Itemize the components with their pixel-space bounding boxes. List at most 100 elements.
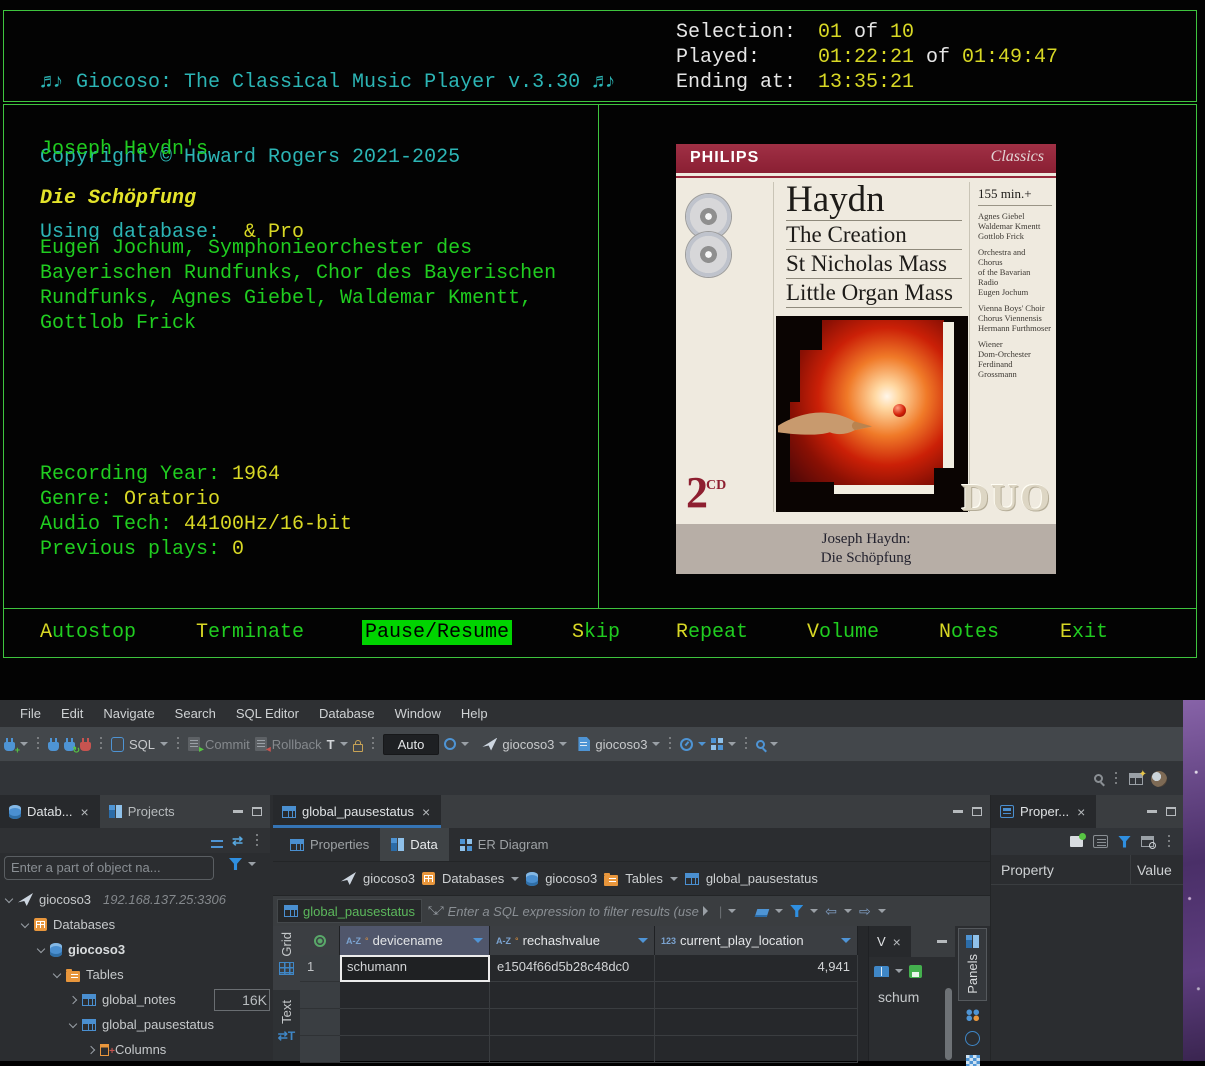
sort-icon[interactable] (638, 938, 648, 948)
subtab-properties[interactable]: Properties (279, 828, 380, 861)
close-icon[interactable]: × (79, 804, 91, 820)
lock-icon[interactable] (353, 744, 363, 752)
value-format-icon[interactable] (874, 966, 889, 977)
collapse-all-icon[interactable] (211, 840, 223, 848)
cell-value-preview[interactable]: schum (869, 985, 955, 1005)
transaction-timer-icon[interactable] (444, 738, 456, 750)
subtab-data[interactable]: Data (380, 828, 448, 861)
column-header-rechashvalue[interactable]: A-Z°rechashvalue (490, 926, 655, 955)
show-categories-icon[interactable] (1093, 835, 1108, 848)
menu-database[interactable]: Database (309, 706, 385, 721)
chevron-down-icon[interactable] (21, 919, 29, 927)
expand-filter-icon[interactable]: ⤡⤢ (428, 905, 442, 918)
row-number[interactable]: 1 (300, 955, 340, 982)
apply-filter-icon[interactable] (703, 906, 713, 916)
cell-rechashvalue[interactable]: e1504f66d5b28c48dc0 (490, 955, 655, 982)
sort-icon[interactable] (841, 938, 851, 948)
tree-item-columns[interactable]: Columns (0, 1037, 270, 1061)
rollback-button[interactable]: Rollback (272, 737, 322, 752)
close-icon[interactable]: × (891, 934, 903, 950)
tree-item-connection[interactable]: giocoso3192.168.137.25:3306 (0, 887, 270, 912)
select-all-corner[interactable] (300, 926, 340, 955)
references-panel-icon[interactable] (965, 1031, 980, 1046)
sql-editor-icon[interactable] (111, 737, 124, 752)
transaction-log-icon[interactable]: T (327, 737, 335, 752)
chevron-down-icon[interactable] (37, 944, 45, 952)
crumb-tables[interactable]: Tables (625, 871, 663, 886)
filter-properties-icon[interactable] (1118, 836, 1131, 848)
sql-editor-button[interactable]: SQL (129, 737, 155, 752)
menu-file[interactable]: File (10, 706, 51, 721)
minimize-icon[interactable] (233, 810, 243, 813)
column-header-current-play-location[interactable]: 123current_play_location (655, 926, 858, 955)
crumb-database[interactable]: giocoso3 (545, 871, 597, 886)
commit-mode-selector[interactable]: Auto (383, 734, 440, 755)
link-with-editor-icon[interactable]: ⇄ (232, 833, 243, 849)
maximize-icon[interactable] (252, 807, 262, 816)
crumb-table[interactable]: global_pausestatus (706, 871, 818, 886)
maximize-icon[interactable] (972, 807, 982, 816)
show-advanced-icon[interactable] (1141, 836, 1154, 847)
presentation-text-tab[interactable]: Text⇄T (273, 994, 300, 1056)
maximize-icon[interactable] (1166, 807, 1176, 816)
metadata-panel-icon[interactable] (966, 1009, 979, 1022)
clear-filter-icon[interactable] (755, 909, 770, 917)
close-icon[interactable]: × (1075, 804, 1087, 820)
connect-icon[interactable] (48, 742, 59, 751)
sql-dropdown-icon[interactable] (160, 742, 168, 750)
subtab-er-diagram[interactable]: ER Diagram (449, 828, 560, 861)
object-filter-input[interactable]: Enter a part of object na... (4, 856, 214, 880)
presentation-grid-tab[interactable]: Grid (273, 926, 300, 990)
menu-repeat[interactable]: Repeat (676, 621, 748, 644)
crumb-databases[interactable]: Databases (442, 871, 504, 886)
chevron-down-icon[interactable] (53, 969, 61, 977)
value-viewer-tab[interactable]: V× (869, 926, 911, 957)
column-header-devicename[interactable]: A-Z°devicename (340, 926, 490, 955)
sql-filter-input[interactable]: Enter a SQL expression to filter results… (448, 904, 699, 919)
minimize-icon[interactable] (953, 810, 963, 813)
new-connection-dropdown-icon[interactable] (20, 742, 28, 750)
filter-settings-icon[interactable] (229, 858, 242, 870)
tab-database-navigator[interactable]: Datab...× (0, 795, 100, 828)
menu-window[interactable]: Window (385, 706, 451, 721)
menu-notes[interactable]: Notes (939, 621, 999, 644)
tree-item-tables[interactable]: Tables (0, 962, 270, 987)
quick-search-icon[interactable] (1094, 774, 1103, 783)
calc-panel-icon[interactable] (966, 1055, 980, 1066)
menu-exit[interactable]: Exit (1060, 621, 1108, 644)
tree-item-global-notes[interactable]: global_notes16K (0, 987, 270, 1012)
active-database-selector[interactable]: giocoso3 (595, 737, 647, 752)
chevron-down-icon[interactable] (5, 894, 13, 902)
menu-skip[interactable]: Skip (572, 621, 620, 644)
menu-edit[interactable]: Edit (51, 706, 93, 721)
commit-icon[interactable]: ▸ (188, 737, 200, 751)
crumb-connection[interactable]: giocoso3 (363, 871, 415, 886)
tab-global-pausestatus[interactable]: global_pausestatus× (273, 795, 441, 828)
menu-help[interactable]: Help (451, 706, 498, 721)
commit-button[interactable]: Commit (205, 737, 250, 752)
new-connection-icon[interactable]: + (4, 742, 15, 751)
cell-current-play-location[interactable]: 4,941 (655, 955, 858, 982)
menu-autostop[interactable]: Autostop (40, 621, 136, 644)
tab-properties[interactable]: Proper...× (991, 795, 1096, 828)
panels-tab[interactable]: Panels (958, 928, 987, 1001)
dashboard-icon[interactable] (680, 738, 693, 751)
filters-icon[interactable] (790, 905, 803, 917)
search-data-icon[interactable] (756, 740, 765, 749)
sort-icon[interactable] (473, 938, 483, 948)
minimize-icon[interactable] (937, 940, 947, 943)
value-scrollbar[interactable] (945, 988, 952, 1060)
menu-search[interactable]: Search (165, 706, 226, 721)
menu-sql-editor[interactable]: SQL Editor (226, 706, 309, 721)
tree-item-database-giocoso3[interactable]: giocoso3 (0, 937, 270, 962)
property-column-header[interactable]: Property (991, 855, 1131, 884)
open-perspective-icon[interactable]: ✦ (1129, 773, 1143, 785)
compare-data-icon[interactable] (711, 738, 723, 750)
menu-terminate[interactable]: Terminate (196, 621, 304, 644)
menu-volume[interactable]: Volume (807, 621, 879, 644)
disconnect-icon[interactable] (80, 742, 91, 751)
tab-projects[interactable]: Projects (100, 795, 184, 828)
transaction-dropdown-icon[interactable] (340, 742, 348, 750)
reconnect-icon[interactable]: ↻ (64, 742, 75, 751)
menu-navigate[interactable]: Navigate (93, 706, 164, 721)
